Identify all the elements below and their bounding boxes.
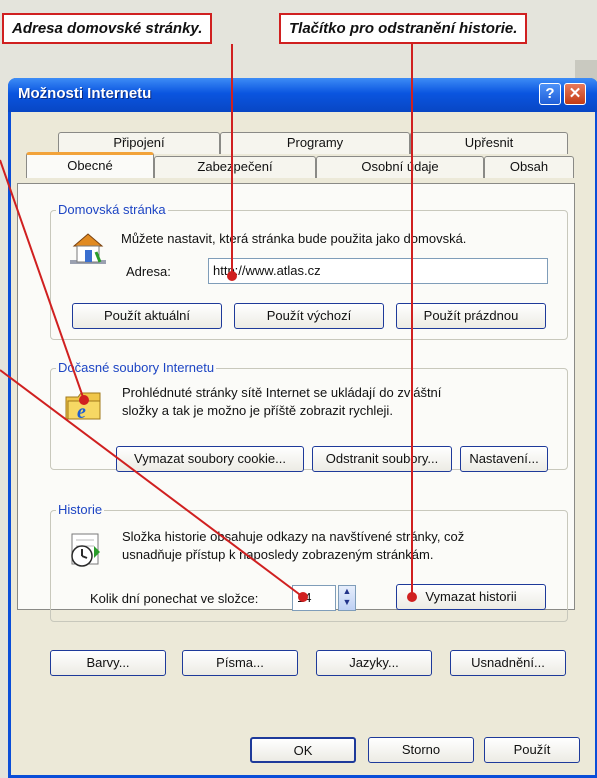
home-address-field[interactable]: http://www.atlas.cz <box>208 258 548 284</box>
callout-home-address: Adresa domovské stránky. <box>2 13 213 44</box>
ok-button[interactable]: OK <box>250 737 356 763</box>
temp-files-group-title: Dočasné soubory Internetu <box>56 360 217 375</box>
apply-button[interactable]: Použít <box>484 737 580 763</box>
accessibility-button[interactable]: Usnadnění... <box>450 650 566 676</box>
house-icon <box>70 233 106 264</box>
languages-button[interactable]: Jazyky... <box>316 650 432 676</box>
history-description-line2: usnadňuje přístup k naposledy zobrazeným… <box>122 547 434 562</box>
tab-osobni-udaje[interactable]: Osobní údaje <box>316 156 484 178</box>
use-blank-button[interactable]: Použít prázdnou <box>396 303 546 329</box>
callout-clear-history: Tlačítko pro odstranění historie. <box>279 13 528 44</box>
tab-zabezpeceni[interactable]: Zabezpečení <box>154 156 316 178</box>
history-days-label: Kolik dní ponechat ve složce: <box>90 591 259 606</box>
close-button[interactable]: ✕ <box>564 83 586 105</box>
chevron-down-icon[interactable]: ▼ <box>339 597 355 608</box>
history-group-title: Historie <box>56 502 105 517</box>
history-days-field[interactable]: 14 <box>292 585 336 611</box>
delete-files-button[interactable]: Odstranit soubory... <box>312 446 452 472</box>
colors-button[interactable]: Barvy... <box>50 650 166 676</box>
temp-description-line1: Prohlédnuté stránky sítě Internet se ukl… <box>122 385 442 400</box>
history-description-line1: Složka historie obsahuje odkazy na navšt… <box>122 529 465 544</box>
history-clock-icon <box>71 533 100 567</box>
delete-cookies-button[interactable]: Vymazat soubory cookie... <box>116 446 304 472</box>
folder-ie-icon: e <box>65 392 101 423</box>
tab-pripojeni[interactable]: Připojení <box>58 132 220 154</box>
home-description: Můžete nastavit, která stránka bude použ… <box>121 231 467 246</box>
tab-obecne[interactable]: Obecné <box>26 152 154 178</box>
use-current-button[interactable]: Použít aktuální <box>72 303 222 329</box>
cancel-button[interactable]: Storno <box>368 737 474 763</box>
tab-programy[interactable]: Programy <box>220 132 410 154</box>
temp-description-line2: složky a tak je možno je příště zobrazit… <box>122 403 393 418</box>
chevron-up-icon[interactable]: ▲ <box>339 586 355 597</box>
help-button[interactable]: ? <box>539 83 561 105</box>
settings-button[interactable]: Nastavení... <box>460 446 548 472</box>
use-default-button[interactable]: Použít výchozí <box>234 303 384 329</box>
window-title: Možnosti Internetu <box>18 85 152 102</box>
tab-upresnit[interactable]: Upřesnit <box>410 132 568 154</box>
svg-text:e: e <box>77 401 86 423</box>
title-bar[interactable]: Možnosti Internetu ? ✕ <box>8 78 597 112</box>
fonts-button[interactable]: Písma... <box>182 650 298 676</box>
home-page-group-title: Domovská stránka <box>56 202 168 217</box>
address-label: Adresa: <box>126 264 171 279</box>
clear-history-button[interactable]: Vymazat historii <box>396 584 546 610</box>
history-days-stepper[interactable]: ▲ ▼ <box>338 585 356 611</box>
tab-obsah[interactable]: Obsah <box>484 156 574 178</box>
